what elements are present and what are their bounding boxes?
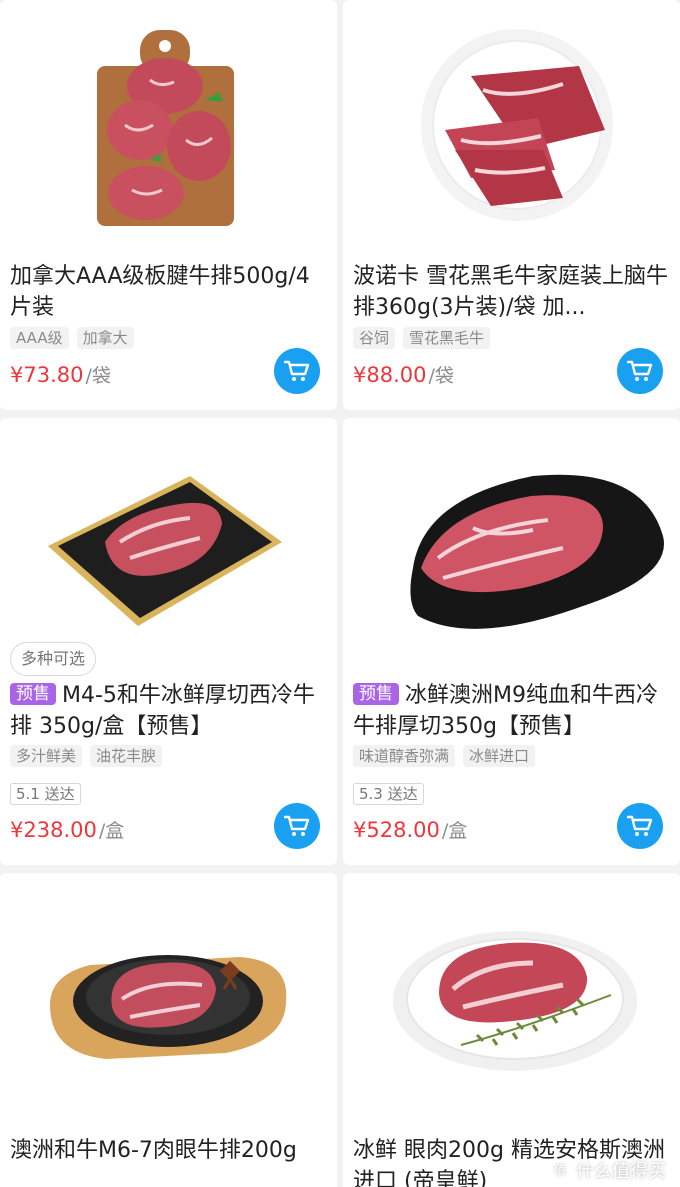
- product-image[interactable]: [343, 0, 680, 245]
- product-image[interactable]: 多种可选: [0, 418, 337, 676]
- product-tag: 加拿大: [76, 327, 134, 349]
- delivery-date-badge: 5.3 送达: [353, 783, 424, 805]
- watermark-icon: 值: [550, 1160, 570, 1180]
- steak-on-tray-image: [48, 476, 282, 626]
- product-image[interactable]: [0, 873, 337, 1118]
- product-card[interactable]: 冰鲜 眼肉200g 精选安格斯澳洲进口 (帝皇鲜) 值 什么值得买: [343, 873, 680, 1187]
- variant-options-chip[interactable]: 多种可选: [10, 642, 97, 676]
- steak-on-plate-image: [421, 29, 613, 221]
- product-tags: AAA级 加拿大: [10, 327, 327, 349]
- add-to-cart-button[interactable]: [274, 803, 320, 849]
- price-row: ¥88.00 /袋: [353, 361, 454, 391]
- product-price: ¥88.00: [353, 363, 427, 387]
- product-card[interactable]: 预售 冰鲜澳洲M9纯血和牛西冷牛排厚切350g【预售】 味道醇香弥满 冰鲜进口 5…: [343, 418, 680, 865]
- product-title[interactable]: 加拿大AAA级板腱牛排500g/4片装: [10, 261, 327, 323]
- add-to-cart-button[interactable]: [617, 348, 663, 394]
- product-title[interactable]: 波诺卡 雪花黑毛牛家庭装上脑牛排360g(3片装)/袋 加...: [353, 261, 670, 323]
- product-tag: 谷饲: [353, 327, 396, 349]
- price-unit: /袋: [85, 365, 111, 387]
- add-to-cart-button[interactable]: [617, 803, 663, 849]
- product-image[interactable]: [343, 418, 680, 663]
- product-image[interactable]: [343, 873, 680, 1118]
- product-tag: 冰鲜进口: [463, 745, 536, 767]
- steak-on-board-image: [97, 30, 234, 226]
- site-watermark: 值 什么值得买: [550, 1157, 666, 1183]
- product-title[interactable]: 澳洲和牛M6-7肉眼牛排200g: [10, 1135, 327, 1166]
- price-row: ¥73.80 /袋: [10, 361, 111, 391]
- shopping-cart-icon: [627, 815, 653, 836]
- add-to-cart-button[interactable]: [274, 348, 320, 394]
- product-tag: AAA级: [10, 327, 69, 349]
- shopping-cart-icon: [284, 360, 310, 381]
- product-card[interactable]: 澳洲和牛M6-7肉眼牛排200g: [0, 873, 337, 1187]
- product-card[interactable]: 加拿大AAA级板腱牛排500g/4片装 AAA级 加拿大 ¥73.80 /袋: [0, 0, 337, 410]
- product-image[interactable]: [0, 0, 337, 245]
- product-tag: 味道醇香弥满: [353, 745, 456, 767]
- price-unit: /袋: [428, 365, 454, 387]
- presale-badge: 预售: [353, 683, 399, 705]
- price-unit: /盒: [98, 820, 125, 842]
- product-card[interactable]: 多种可选 预售 M4-5和牛冰鲜厚切西冷牛排 350g/盒【预售】 多汁鲜美 油花…: [0, 418, 337, 865]
- product-price: ¥238.00: [10, 818, 97, 842]
- steak-on-slate-image: [410, 474, 664, 629]
- price-unit: /盒: [441, 820, 468, 842]
- watermark-text: 什么值得买: [576, 1161, 666, 1182]
- delivery-date-badge: 5.1 送达: [10, 783, 81, 805]
- product-tags: 味道醇香弥满 冰鲜进口: [353, 745, 670, 767]
- presale-badge: 预售: [10, 683, 56, 705]
- product-price: ¥73.80: [10, 363, 84, 387]
- ribeye-on-plate-image: [393, 931, 637, 1071]
- price-row: ¥238.00 /盒: [10, 816, 124, 846]
- product-title[interactable]: 预售 M4-5和牛冰鲜厚切西冷牛排 350g/盒【预售】: [10, 680, 327, 742]
- steak-on-skillet-image: [50, 955, 287, 1059]
- product-title[interactable]: 预售 冰鲜澳洲M9纯血和牛西冷牛排厚切350g【预售】: [353, 680, 670, 742]
- product-tag: 雪花黑毛牛: [403, 327, 491, 349]
- product-tag: 多汁鲜美: [10, 745, 83, 767]
- shopping-cart-icon: [627, 360, 653, 381]
- product-card[interactable]: 波诺卡 雪花黑毛牛家庭装上脑牛排360g(3片装)/袋 加... 谷饲 雪花黑毛…: [343, 0, 680, 410]
- price-row: ¥528.00 /盒: [353, 816, 467, 846]
- product-price: ¥528.00: [353, 818, 440, 842]
- product-tags: 谷饲 雪花黑毛牛: [353, 327, 670, 349]
- shopping-cart-icon: [284, 815, 310, 836]
- product-tag: 油花丰腴: [90, 745, 163, 767]
- product-grid: 加拿大AAA级板腱牛排500g/4片装 AAA级 加拿大 ¥73.80 /袋 波…: [0, 0, 680, 1187]
- product-tags: 多汁鲜美 油花丰腴: [10, 745, 327, 767]
